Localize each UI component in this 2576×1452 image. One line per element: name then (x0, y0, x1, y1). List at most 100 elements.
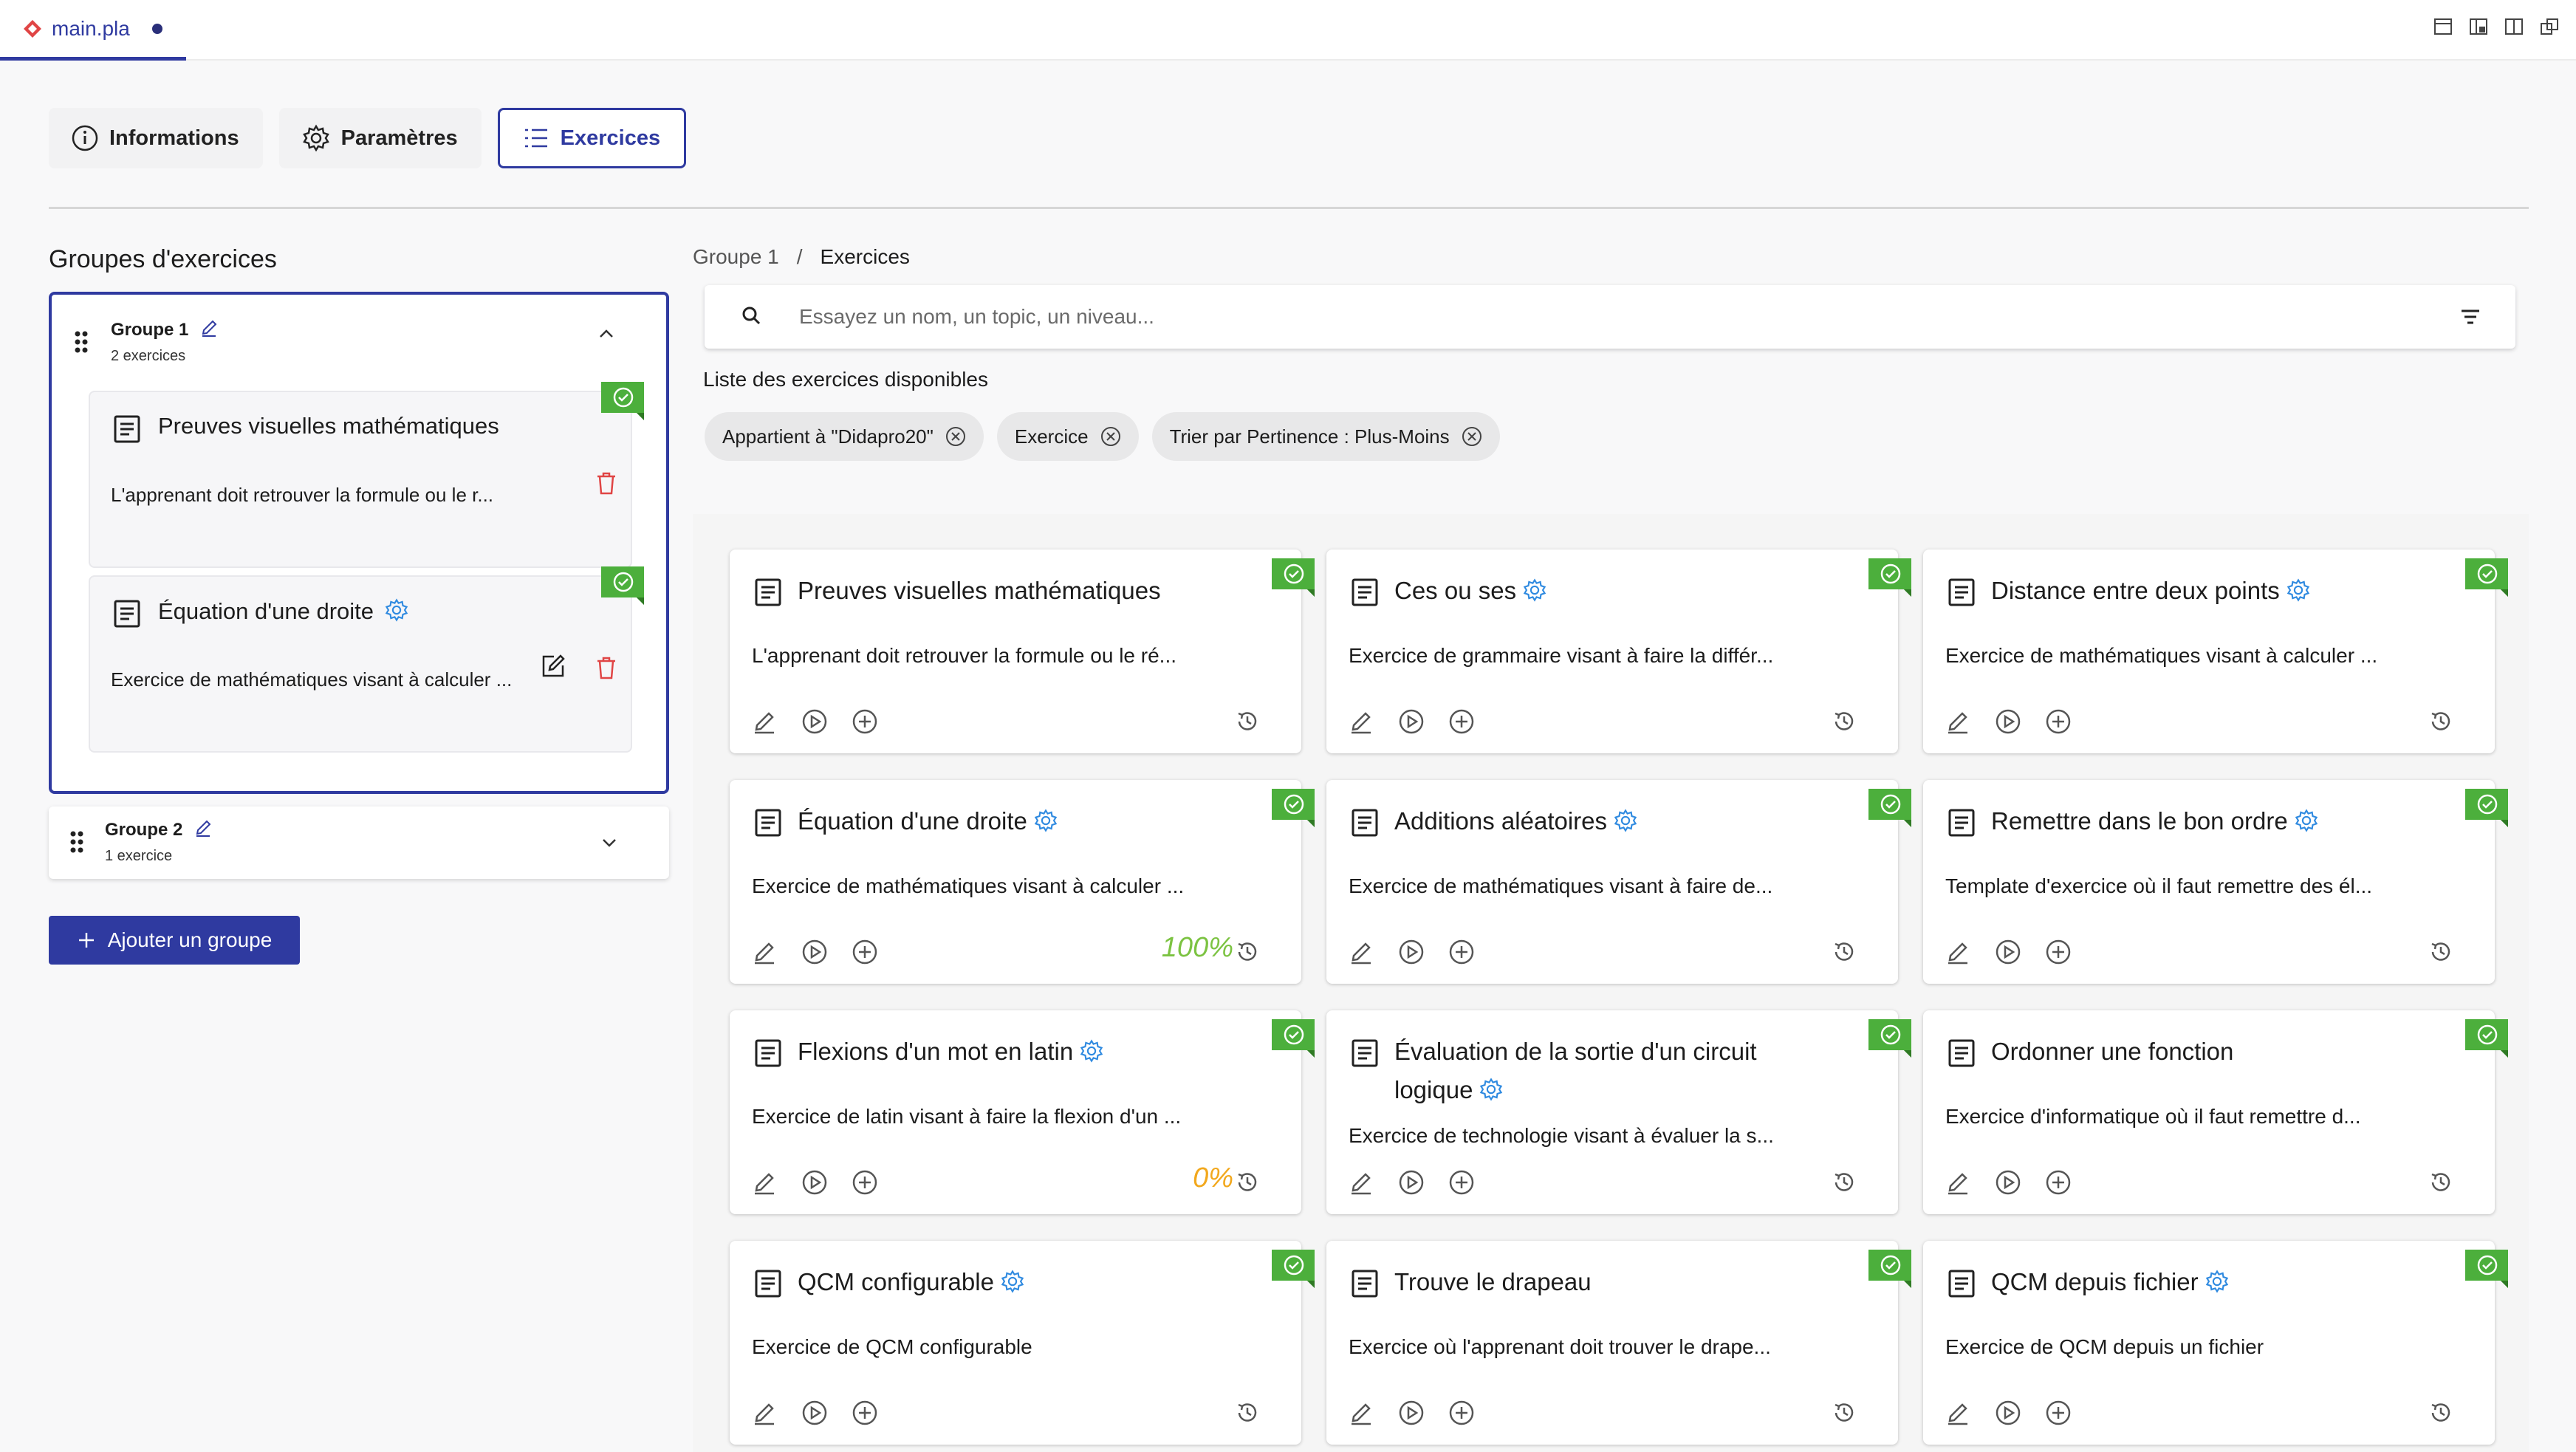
history-icon[interactable] (1233, 1168, 1261, 1196)
play-icon[interactable] (1397, 938, 1425, 966)
exercise-card[interactable]: QCM configurable Exercice de QCM configur… (730, 1241, 1315, 1445)
exercise-actions (750, 708, 879, 736)
exercise-card[interactable]: Évaluation de la sortie d'un circuit log… (1326, 1010, 1911, 1214)
add-circle-icon[interactable] (851, 708, 879, 736)
pencil-icon[interactable] (750, 938, 778, 966)
add-circle-icon[interactable] (2044, 938, 2072, 966)
drag-handle-icon[interactable] (69, 830, 84, 854)
close-circle-icon[interactable] (1099, 425, 1123, 448)
document-icon (114, 600, 140, 628)
history-icon[interactable] (2427, 1399, 2455, 1427)
edit-square-icon[interactable] (539, 652, 567, 680)
pencil-icon[interactable] (1944, 1168, 1972, 1196)
chevron-up-icon[interactable] (595, 323, 617, 345)
history-icon[interactable] (1233, 708, 1261, 736)
exercise-card[interactable]: Flexions d'un mot en latin Exercice de la… (730, 1010, 1315, 1214)
add-circle-icon[interactable] (851, 938, 879, 966)
plus-icon (78, 933, 94, 948)
history-icon[interactable] (2427, 708, 2455, 736)
trash-icon[interactable] (592, 654, 620, 682)
play-icon[interactable] (1397, 1399, 1425, 1427)
exercise-title-text: QCM depuis fichier (1991, 1268, 2199, 1295)
search-input[interactable] (799, 300, 2350, 334)
exercise-card[interactable]: Ces ou ses Exercice de grammaire visant à… (1326, 549, 1911, 753)
add-circle-icon[interactable] (1448, 1399, 1476, 1427)
add-circle-icon[interactable] (2044, 708, 2072, 736)
history-icon[interactable] (1233, 1399, 1261, 1427)
history-icon[interactable] (2427, 938, 2455, 966)
exercise-card[interactable]: Additions aléatoires Exercice de mathémat… (1326, 780, 1911, 984)
exercise-card[interactable]: Équation d'une droite Exercice de mathéma… (730, 780, 1315, 984)
group-exercise-card[interactable]: Équation d'une droite Exercice de mathém… (89, 566, 644, 753)
add-circle-icon[interactable] (2044, 1399, 2072, 1427)
play-icon[interactable] (801, 1168, 829, 1196)
add-circle-icon[interactable] (1448, 1168, 1476, 1196)
pencil-icon[interactable] (750, 1399, 778, 1427)
group-exercise-card[interactable]: Preuves visuelles mathématiques L'appren… (89, 382, 644, 568)
list-icon (524, 129, 547, 148)
history-icon[interactable] (1830, 938, 1858, 966)
play-icon[interactable] (801, 938, 829, 966)
layout-panel-icon[interactable] (2433, 16, 2453, 37)
close-circle-icon[interactable] (944, 425, 967, 448)
layout-split-icon[interactable] (2504, 16, 2524, 37)
pencil-icon[interactable] (750, 708, 778, 736)
layout-popout-icon[interactable] (2539, 16, 2560, 37)
tab-exercices[interactable]: Exercices (497, 108, 687, 168)
add-circle-icon[interactable] (851, 1399, 879, 1427)
tab-informations[interactable]: Informations (49, 108, 263, 168)
play-icon[interactable] (1994, 1168, 2022, 1196)
layout-sidebar-icon[interactable] (2468, 16, 2489, 37)
trash-icon[interactable] (592, 469, 620, 497)
history-icon[interactable] (1830, 1168, 1858, 1196)
exercise-card[interactable]: Preuves visuelles mathématiques L'apprena… (730, 549, 1315, 753)
pencil-icon[interactable] (1347, 1399, 1375, 1427)
play-icon[interactable] (1994, 1399, 2022, 1427)
pencil-icon[interactable] (1944, 708, 1972, 736)
pencil-icon[interactable] (199, 318, 219, 338)
add-circle-icon[interactable] (851, 1168, 879, 1196)
pencil-icon[interactable] (1347, 938, 1375, 966)
play-icon[interactable] (1397, 1168, 1425, 1196)
group-card-1[interactable]: Groupe 1 2 exercices Preuves visuelles m… (49, 292, 669, 794)
pencil-icon[interactable] (750, 1168, 778, 1196)
pencil-icon[interactable] (1347, 1168, 1375, 1196)
file-logo-icon (24, 19, 41, 38)
history-icon[interactable] (2427, 1168, 2455, 1196)
filter-icon[interactable] (2456, 303, 2484, 331)
play-icon[interactable] (1994, 708, 2022, 736)
play-icon[interactable] (801, 708, 829, 736)
tab-parametres[interactable]: Paramètres (278, 108, 482, 168)
filter-chip[interactable]: Exercice (996, 412, 1139, 461)
exercise-card[interactable]: Remettre dans le bon ordre Template d'exe… (1923, 780, 2508, 984)
exercise-card[interactable]: Distance entre deux points Exercice de ma… (1923, 549, 2508, 753)
history-icon[interactable] (1830, 708, 1858, 736)
breadcrumb-group[interactable]: Groupe 1 (693, 245, 779, 269)
pencil-icon[interactable] (1944, 1399, 1972, 1427)
add-circle-icon[interactable] (1448, 708, 1476, 736)
history-icon[interactable] (1233, 938, 1261, 966)
search-bar (705, 285, 2515, 349)
filter-chip[interactable]: Trier par Pertinence : Plus-Moins (1151, 412, 1500, 461)
play-icon[interactable] (801, 1399, 829, 1427)
exercise-card[interactable]: QCM depuis fichier Exercice de QCM depuis… (1923, 1241, 2508, 1445)
pencil-icon[interactable] (1347, 708, 1375, 736)
exercise-description: Exercice de grammaire visant à faire la … (1349, 644, 1774, 667)
history-icon[interactable] (1830, 1399, 1858, 1427)
chevron-down-icon[interactable] (598, 832, 620, 854)
play-icon[interactable] (1397, 708, 1425, 736)
exercise-card[interactable]: Trouve le drapeau Exercice où l'apprenant… (1326, 1241, 1911, 1445)
pencil-icon[interactable] (193, 818, 213, 838)
group-card-2[interactable]: Groupe 2 1 exercice (49, 807, 669, 879)
add-circle-icon[interactable] (1448, 938, 1476, 966)
drag-handle-icon[interactable] (74, 330, 89, 354)
pencil-icon[interactable] (1944, 938, 1972, 966)
play-icon[interactable] (1994, 938, 2022, 966)
filter-chip[interactable]: Appartient à "Didapro20" (705, 412, 984, 461)
exercise-card[interactable]: Ordonner une fonction Exercice d'informat… (1923, 1010, 2508, 1214)
main-tabs: Informations Paramètres Exercices (49, 108, 687, 168)
file-tab-main[interactable]: main.pla (0, 0, 186, 61)
close-circle-icon[interactable] (1460, 425, 1484, 448)
add-group-button[interactable]: Ajouter un groupe (49, 916, 300, 965)
add-circle-icon[interactable] (2044, 1168, 2072, 1196)
